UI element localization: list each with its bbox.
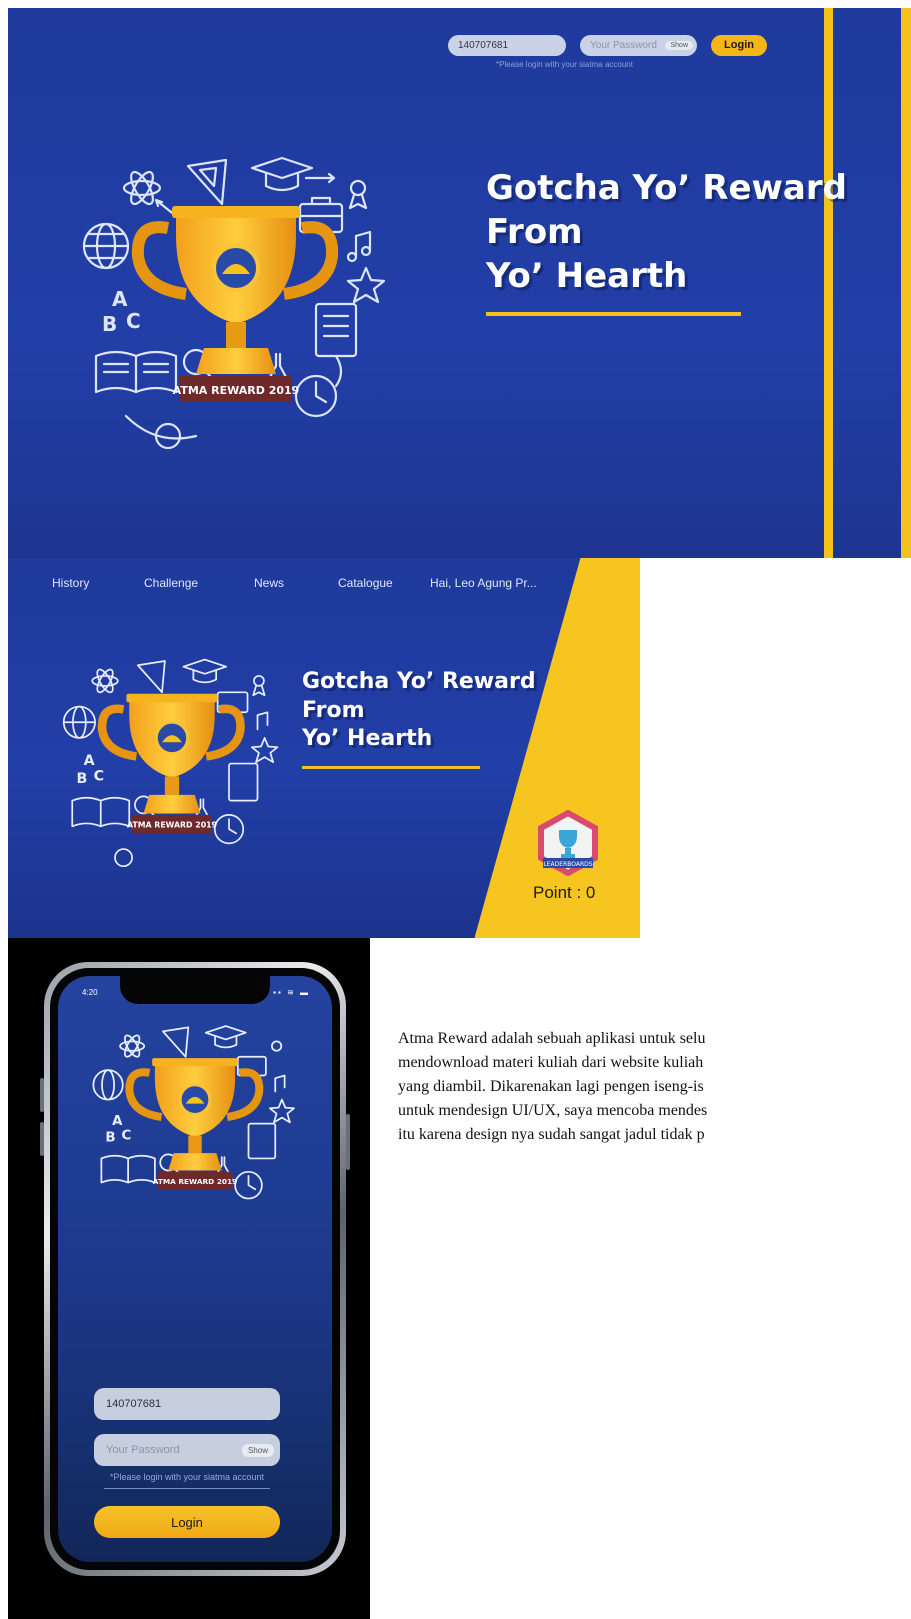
headline-underline <box>302 766 480 769</box>
nav-user-greeting[interactable]: Hai, Leo Agung Pr... <box>430 576 537 590</box>
points-display: Point : 0 <box>533 883 596 902</box>
top-nav: History Challenge News Catalogue Hai, Le… <box>8 576 568 596</box>
login-button[interactable]: Login <box>711 34 767 56</box>
description-line: untuk mendesign UI/UX, saya mencoba mend… <box>398 1102 708 1119</box>
headline-line-2: From <box>302 697 365 723</box>
svg-text:A: A <box>84 753 95 769</box>
password-input[interactable]: Your Password Show <box>580 34 697 56</box>
show-password-button[interactable]: Show <box>241 1443 274 1457</box>
login-form: 140707681 Your Password Show Login <box>448 34 767 56</box>
project-description: Atma Reward adalah sebuah aplikasi untuk… <box>398 1027 911 1147</box>
dashboard-panel: History Challenge News Catalogue Hai, Le… <box>8 558 640 938</box>
trophy-illustration: A B C ATMA REWARD 2019 <box>76 156 396 456</box>
svg-text:B: B <box>105 1131 115 1146</box>
trophy-illustration: A B C ATMA REWARD 2019 <box>58 656 286 874</box>
description-line: itu karena design nya sudah sangat jadul… <box>398 1126 705 1143</box>
leaderboards-label: LEADERBOARDS <box>543 861 592 868</box>
desktop-login-panel: 140707681 Your Password Show Login *Plea… <box>8 8 911 558</box>
phone-power-button <box>346 1114 350 1170</box>
phone-frame: 4:20 ▪▪ ≋ ▬ A B C ATMA REWARD 2019 14070… <box>44 962 346 1576</box>
login-button[interactable]: Login <box>94 1506 280 1538</box>
nav-challenge[interactable]: Challenge <box>144 576 198 590</box>
nav-catalogue[interactable]: Catalogue <box>338 576 393 590</box>
hero-headline: Gotcha Yo’ Reward From Yo’ Hearth <box>302 668 536 754</box>
leaderboards-trophy-icon: LEADERBOARDS <box>538 809 598 877</box>
nav-news[interactable]: News <box>254 576 284 590</box>
trophy-banner-text: ATMA REWARD 2019 <box>127 821 217 830</box>
svg-text:A: A <box>112 1114 123 1129</box>
hint-divider <box>104 1488 270 1489</box>
phone-screen: 4:20 ▪▪ ≋ ▬ A B C ATMA REWARD 2019 14070… <box>58 976 332 1562</box>
password-input[interactable]: Your Password Show <box>94 1434 280 1466</box>
trophy-banner-text: ATMA REWARD 2019 <box>153 1177 238 1186</box>
yellow-edge-bar <box>901 8 911 558</box>
svg-text:C: C <box>126 309 141 333</box>
headline-line-3: Yo’ Hearth <box>486 256 688 297</box>
svg-text:B: B <box>102 312 117 336</box>
description-line: mendownload materi kuliah dari website k… <box>398 1054 704 1071</box>
svg-text:A: A <box>112 287 128 311</box>
status-time: 4:20 <box>82 988 98 997</box>
phone-notch <box>120 976 270 1004</box>
svg-text:C: C <box>121 1129 131 1144</box>
password-placeholder: Your Password <box>106 1444 180 1456</box>
user-id-value: 140707681 <box>106 1398 162 1410</box>
trophy-icon: A B C ATMA REWARD 2019 <box>62 658 279 868</box>
leaderboards-badge[interactable]: LEADERBOARDS <box>535 809 601 877</box>
trophy-banner-text: ATMA REWARD 2019 <box>173 384 300 397</box>
show-password-button[interactable]: Show <box>665 40 693 50</box>
svg-text:B: B <box>77 771 88 787</box>
headline-line-1: Gotcha Yo’ Reward <box>486 168 847 208</box>
trophy-icon: A B C ATMA REWARD 2019 <box>82 156 386 450</box>
user-id-input[interactable]: 140707681 <box>94 1388 280 1420</box>
user-id-value: 140707681 <box>458 39 509 51</box>
login-hint: *Please login with your siatma account <box>496 60 633 69</box>
headline-line-2: From <box>486 212 583 253</box>
headline-line-1: Gotcha Yo’ Reward <box>302 669 536 694</box>
headline-line-3: Yo’ Hearth <box>302 726 433 752</box>
password-placeholder: Your Password <box>590 39 657 51</box>
svg-text:C: C <box>94 769 104 785</box>
description-line: Atma Reward adalah sebuah aplikasi untuk… <box>398 1030 706 1047</box>
nav-history[interactable]: History <box>52 576 89 590</box>
description-line: yang diambil. Dikarenakan lagi pengen is… <box>398 1078 704 1095</box>
trophy-illustration: A B C ATMA REWARD 2019 <box>88 1022 302 1228</box>
hero-headline: Gotcha Yo’ Reward From Yo’ Hearth <box>486 166 847 299</box>
status-icons: ▪▪ ≋ ▬ <box>273 988 310 997</box>
headline-underline <box>486 312 741 316</box>
mobile-mockup-panel: 4:20 ▪▪ ≋ ▬ A B C ATMA REWARD 2019 14070… <box>8 938 370 1619</box>
user-id-input[interactable]: 140707681 <box>448 34 566 56</box>
login-hint: *Please login with your siatma account <box>109 1472 265 1482</box>
trophy-icon: A B C ATMA REWARD 2019 <box>92 1025 295 1200</box>
